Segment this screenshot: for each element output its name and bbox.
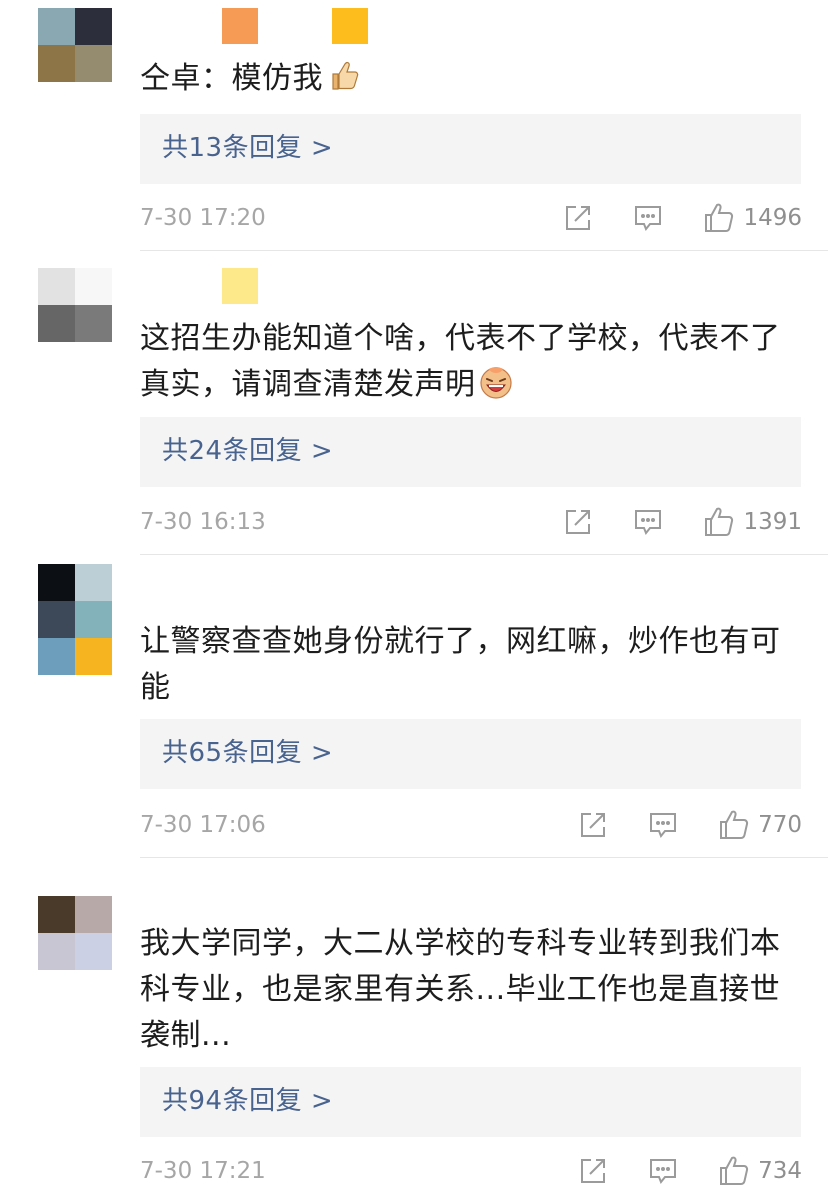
divider [140, 857, 828, 858]
replies-link[interactable]: 共65条回复 > [140, 719, 801, 789]
avatar[interactable] [38, 564, 112, 675]
comment-text: 仝卓：模仿我 [140, 56, 800, 108]
like-button[interactable]: 1391 [703, 506, 802, 538]
comment-text: 我大学同学，大二从学校的专科专业转到我们本科专业，也是家里有关系...毕业工作也… [140, 926, 781, 1053]
replies-link[interactable]: 共24条回复 > [140, 417, 801, 487]
divider [140, 250, 828, 251]
comment-button[interactable] [648, 810, 678, 840]
like-icon [703, 506, 735, 538]
timestamp: 7-30 17:21 [140, 1158, 266, 1184]
like-count: 1496 [743, 205, 802, 231]
timestamp: 7-30 16:13 [140, 509, 266, 535]
share-button[interactable] [563, 507, 593, 537]
divider [140, 554, 828, 555]
replies-link[interactable]: 共13条回复 > [140, 114, 801, 184]
comment-icon [633, 507, 663, 537]
share-icon [563, 203, 593, 233]
like-count: 1391 [743, 509, 802, 535]
comment-button[interactable] [648, 1156, 678, 1186]
avatar[interactable] [38, 896, 112, 970]
timestamp: 7-30 17:20 [140, 205, 266, 231]
like-count: 770 [758, 812, 802, 838]
timestamp: 7-30 17:06 [140, 812, 266, 838]
like-button[interactable]: 734 [718, 1155, 802, 1187]
like-icon [718, 1155, 750, 1187]
username[interactable] [222, 8, 442, 44]
comment-meta: 7-30 17:20 1496 [140, 198, 802, 238]
comment-meta: 7-30 17:21 734 [140, 1151, 802, 1191]
avatar[interactable] [38, 268, 112, 342]
comment-icon [648, 810, 678, 840]
thumbs-up-icon [325, 58, 361, 108]
replies-link[interactable]: 共94条回复 > [140, 1067, 801, 1137]
comment-icon [633, 203, 663, 233]
share-button[interactable] [578, 1156, 608, 1186]
share-icon [563, 507, 593, 537]
share-button[interactable] [578, 810, 608, 840]
comment-button[interactable] [633, 507, 663, 537]
comment-meta: 7-30 17:06 770 [140, 805, 802, 845]
comment-icon [648, 1156, 678, 1186]
comment-meta: 7-30 16:13 1391 [140, 502, 802, 542]
like-button[interactable]: 1496 [703, 202, 802, 234]
share-button[interactable] [563, 203, 593, 233]
comment-text: 这招生办能知道个啥，代表不了学校，代表不了真实，请调查清楚发声明 [140, 316, 800, 414]
comment-text: 让警察查查她身份就行了，网红嘛，炒作也有可能 [140, 624, 781, 705]
avatar[interactable] [38, 8, 112, 82]
share-icon [578, 810, 608, 840]
like-icon [718, 809, 750, 841]
comment-button[interactable] [633, 203, 663, 233]
like-button[interactable]: 770 [718, 809, 802, 841]
like-count: 734 [758, 1158, 802, 1184]
laughing-face-icon [478, 364, 514, 414]
username[interactable] [222, 268, 332, 304]
like-icon [703, 202, 735, 234]
share-icon [578, 1156, 608, 1186]
